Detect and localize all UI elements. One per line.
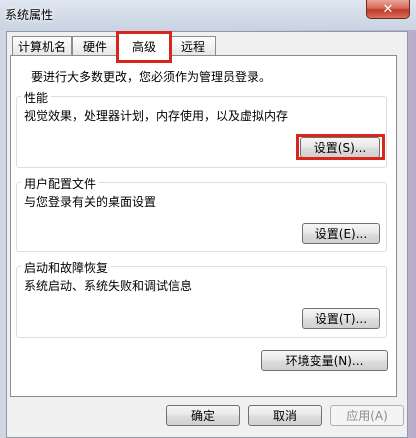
- tab-label: 计算机名: [17, 40, 66, 54]
- title-bar[interactable]: 系统属性 ✕: [0, 0, 416, 30]
- tab-hardware[interactable]: 硬件: [72, 36, 118, 56]
- window-title: 系统属性: [5, 8, 54, 22]
- performance-description: 视觉效果，处理器计划，内存使用，以及虚拟内存: [24, 109, 289, 123]
- environment-variables-button[interactable]: 环境变量(N)...: [261, 350, 388, 371]
- startup-recovery-description: 系统启动、系统失败和调试信息: [24, 279, 193, 293]
- button-label: 环境变量(N)...: [285, 354, 364, 368]
- cancel-button[interactable]: 取消: [248, 405, 322, 426]
- tab-label: 硬件: [82, 40, 107, 54]
- tab-label: 远程: [180, 40, 205, 54]
- system-properties-window: 系统属性 ✕ 计算机名 硬件 高级 远程 要进行大多数更改，您必须作为管理员登录…: [0, 0, 416, 438]
- close-icon: ✕: [382, 1, 394, 17]
- tab-highlight-annotation: [116, 31, 172, 63]
- tab-remote[interactable]: 远程: [170, 36, 216, 56]
- startup-recovery-settings-button[interactable]: 设置(T)...: [302, 308, 380, 329]
- button-label: 应用(A): [346, 409, 388, 423]
- performance-group-title: 性能: [21, 89, 52, 106]
- button-label: 设置(T)...: [314, 312, 368, 326]
- startup-recovery-group-title: 启动和故障恢复: [21, 259, 112, 276]
- user-profiles-group-title: 用户配置文件: [21, 175, 100, 192]
- button-label: 取消: [272, 409, 297, 423]
- apply-button: 应用(A): [330, 405, 404, 426]
- admin-note: 要进行大多数更改，您必须作为管理员登录。: [31, 70, 272, 84]
- settings-highlight-annotation: [296, 134, 385, 160]
- button-label: 确定: [190, 409, 215, 423]
- button-label: 设置(E)...: [314, 227, 368, 241]
- close-button[interactable]: ✕: [366, 0, 410, 19]
- user-profiles-description: 与您登录有关的桌面设置: [24, 195, 157, 209]
- user-profiles-settings-button[interactable]: 设置(E)...: [302, 223, 380, 244]
- ok-button[interactable]: 确定: [166, 405, 240, 426]
- tab-computer-name[interactable]: 计算机名: [12, 36, 72, 56]
